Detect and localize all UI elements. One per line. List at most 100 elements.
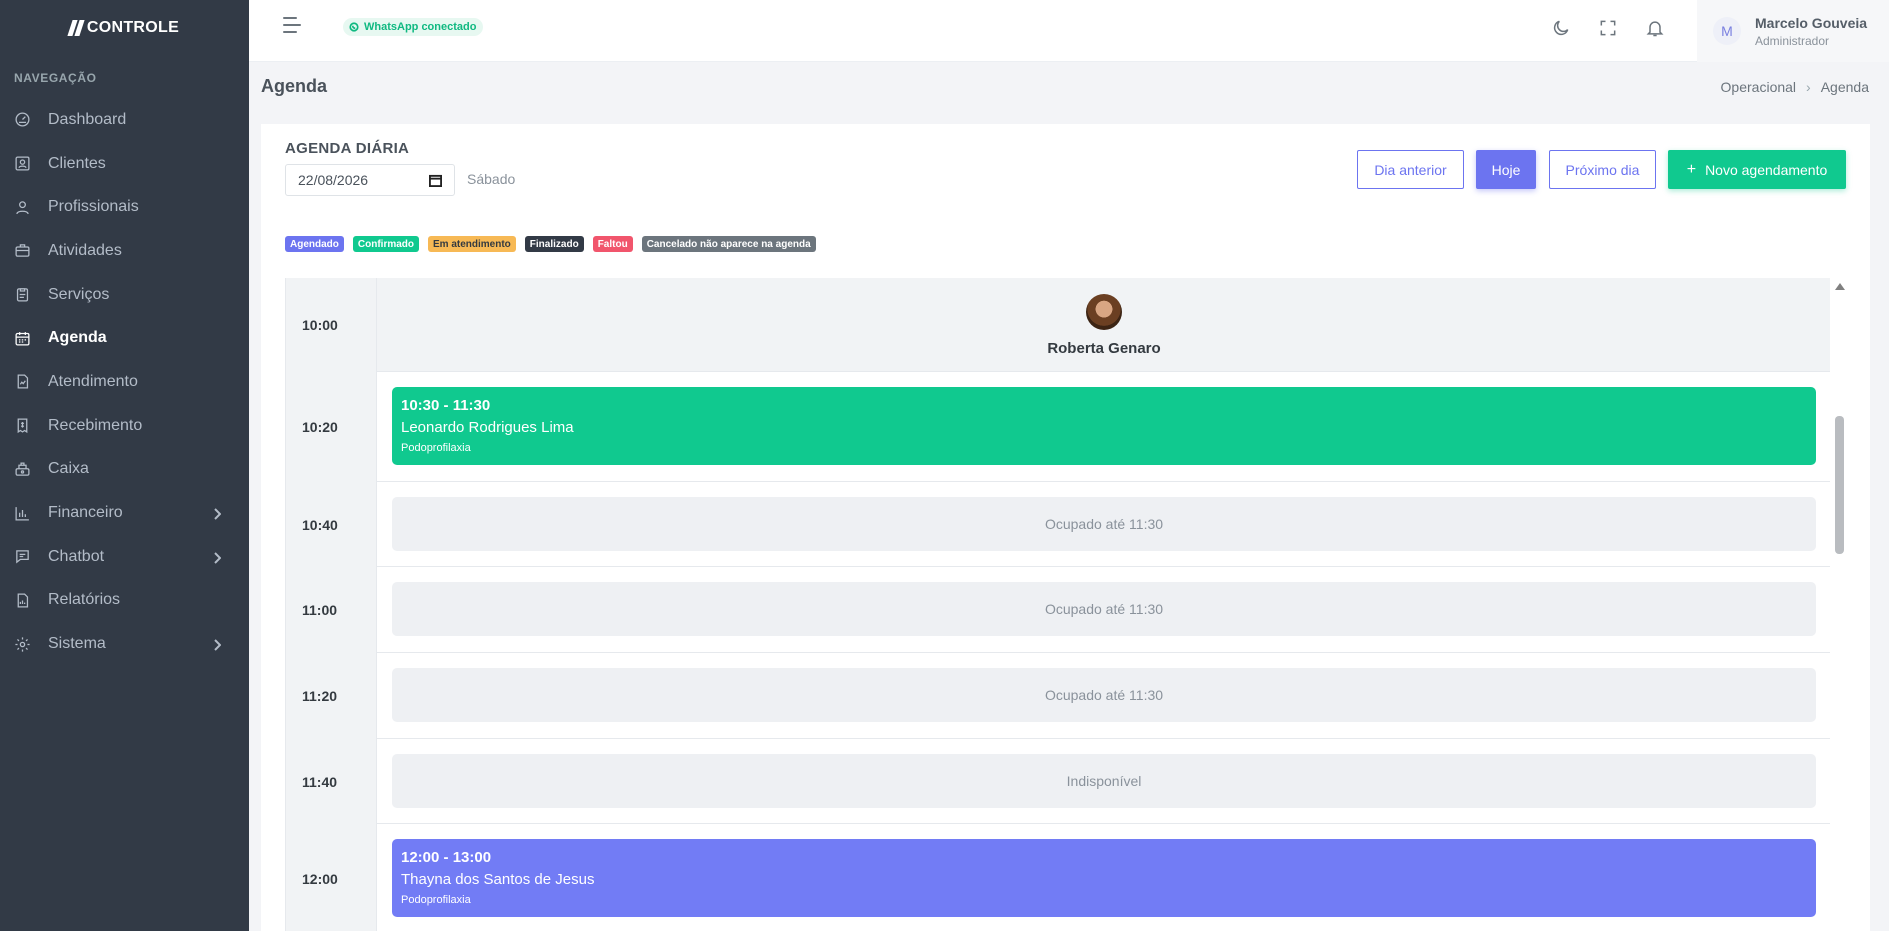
appointment-card[interactable]: 12:00 - 13:00 Thayna dos Santos de Jesus… [392, 839, 1816, 917]
moon-icon[interactable] [1549, 16, 1573, 40]
time-label: 10:20 [286, 372, 377, 482]
time-slot: 12:00 - 13:00 Thayna dos Santos de Jesus… [377, 824, 1830, 931]
time-label: 12:00 [286, 824, 377, 931]
sidebar-item-profissionais[interactable]: Profissionais [0, 185, 249, 229]
sidebar-item-label: Profissionais [48, 198, 139, 216]
time-label: 11:00 [286, 567, 377, 653]
status-badge: Em atendimento [428, 236, 516, 252]
weekday-label: Sábado [467, 171, 516, 187]
agenda-row: 11:40 Indisponível [286, 739, 1830, 824]
card-title: AGENDA DIÁRIA [285, 140, 410, 157]
agenda-grid: 10:00 Roberta Genaro 10:20 10:30 - 11:30… [285, 278, 1830, 931]
time-slot: Ocupado até 11:30 [377, 567, 1830, 652]
agenda-row: 11:00 Ocupado até 11:30 [286, 567, 1830, 653]
sidebar-item-sistema[interactable]: Sistema [0, 622, 249, 666]
appointment-card[interactable]: 10:30 - 11:30 Leonardo Rodrigues Lima Po… [392, 387, 1816, 465]
bar-chart-icon [13, 504, 31, 522]
status-legend: Agendado Confirmado Em atendimento Final… [285, 236, 816, 252]
status-badge: Finalizado [524, 236, 584, 252]
chevron-right-icon: › [1806, 79, 1811, 95]
sidebar-item-atendimento[interactable]: Atendimento [0, 360, 249, 404]
whatsapp-status-text: WhatsApp conectado [364, 21, 477, 33]
next-day-button[interactable]: Próximo dia [1549, 150, 1656, 189]
user-role: Administrador [1755, 33, 1830, 48]
user-name: Marcelo Gouveia [1755, 14, 1868, 31]
agenda-card: AGENDA DIÁRIA 22/08/2026 Sábado Dia ante… [261, 124, 1870, 931]
sidebar-item-caixa[interactable]: Caixa [0, 448, 249, 492]
sidebar-item-servicos[interactable]: Serviços [0, 273, 249, 317]
avatar: M [1713, 17, 1741, 45]
appointment-client: Leonardo Rodrigues Lima [401, 419, 574, 436]
agenda-row: 11:20 Ocupado até 11:30 [286, 653, 1830, 739]
status-badge: Cancelado não aparece na agenda [641, 236, 816, 252]
scrollbar-thumb[interactable] [1835, 416, 1844, 554]
clients-icon [13, 155, 31, 173]
time-label: 10:40 [286, 482, 377, 567]
sidebar-item-label: Atividades [48, 241, 122, 259]
bell-icon[interactable] [1643, 16, 1667, 40]
sidebar-item-dashboard[interactable]: Dashboard [0, 98, 249, 142]
agenda-scrollbar[interactable] [1833, 278, 1845, 931]
chevron-right-icon [213, 551, 222, 564]
sidebar-item-label: Serviços [48, 285, 110, 303]
professional-name: Roberta Genaro [1047, 339, 1161, 357]
agenda-header: 10:00 Roberta Genaro [286, 278, 1830, 372]
sidebar-item-label: Agenda [48, 329, 107, 347]
brand-logo[interactable]: CONTROLE [0, 0, 249, 56]
report-icon [13, 591, 31, 609]
sidebar-item-recebimento[interactable]: Recebimento [0, 404, 249, 448]
sidebar-item-clientes[interactable]: Clientes [0, 142, 249, 186]
chevron-right-icon [213, 638, 222, 651]
plus-icon: + [1686, 160, 1697, 178]
sidebar-item-label: Caixa [48, 460, 89, 478]
sidebar-item-label: Atendimento [48, 372, 138, 390]
sidebar-item-label: Recebimento [48, 416, 143, 434]
new-appointment-button[interactable]: + Novo agendamento [1668, 150, 1846, 189]
unavailable-slot: Indisponível [392, 754, 1816, 808]
agenda-row: 10:20 10:30 - 11:30 Leonardo Rodrigues L… [286, 372, 1830, 482]
status-badge: Agendado [285, 236, 344, 252]
breadcrumb: Operacional › Agenda [1721, 79, 1869, 95]
chevron-right-icon [213, 507, 222, 520]
dashboard-icon [13, 111, 31, 129]
status-badge: Confirmado [352, 236, 419, 252]
date-value: 22/08/2026 [298, 172, 369, 188]
receipt-icon [13, 417, 31, 435]
scroll-up-arrow-icon[interactable] [1835, 283, 1845, 290]
user-menu[interactable]: M Marcelo Gouveia Administrador [1697, 0, 1889, 62]
logo-icon [67, 20, 85, 36]
sidebar-item-chatbot[interactable]: Chatbot [0, 535, 249, 579]
document-chart-icon [13, 373, 31, 391]
appointment-client: Thayna dos Santos de Jesus [401, 871, 595, 888]
menu-toggle-icon[interactable] [283, 17, 305, 37]
professional-avatar [1086, 293, 1122, 330]
brand-name: CONTROLE [86, 19, 180, 36]
agenda-row: 12:00 12:00 - 13:00 Thayna dos Santos de… [286, 824, 1830, 931]
calendar-icon [13, 329, 31, 347]
briefcase-icon [13, 242, 31, 260]
whatsapp-icon [349, 22, 359, 32]
sidebar-item-relatorios[interactable]: Relatórios [0, 579, 249, 623]
new-appointment-label: Novo agendamento [1705, 161, 1828, 178]
date-input[interactable]: 22/08/2026 [285, 164, 455, 196]
sidebar-item-agenda[interactable]: Agenda [0, 316, 249, 360]
previous-day-button[interactable]: Dia anterior [1357, 150, 1464, 189]
breadcrumb-item[interactable]: Operacional [1721, 79, 1797, 95]
cash-register-icon [13, 460, 31, 478]
clipboard-icon [13, 286, 31, 304]
appointment-service: Podoprofilaxia [401, 894, 471, 906]
time-label: 11:20 [286, 653, 377, 739]
gear-icon [13, 635, 31, 653]
calendar-picker-icon[interactable] [429, 174, 442, 187]
fullscreen-icon[interactable] [1596, 16, 1620, 40]
sidebar-item-atividades[interactable]: Atividades [0, 229, 249, 273]
professional-column-header[interactable]: Roberta Genaro [377, 278, 1830, 372]
nav-section-title: NAVEGAÇÃO [14, 71, 97, 85]
sidebar-item-label: Sistema [48, 635, 106, 653]
sidebar-item-financeiro[interactable]: Financeiro [0, 491, 249, 535]
whatsapp-status-badge: WhatsApp conectado [343, 18, 484, 36]
agenda-row: 10:40 Ocupado até 11:30 [286, 482, 1830, 567]
today-button[interactable]: Hoje [1476, 150, 1536, 189]
sidebar-item-label: Clientes [48, 154, 106, 172]
sidebar-item-label: Chatbot [48, 547, 105, 565]
